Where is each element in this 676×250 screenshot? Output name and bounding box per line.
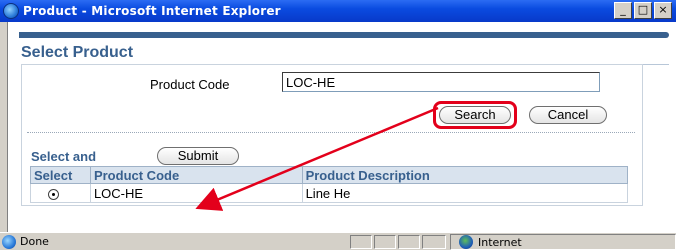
search-button[interactable]: Search [439, 106, 511, 124]
results-table: Select Product Code Product Description … [30, 166, 629, 203]
title-bar: Product - Microsoft Internet Explorer _ … [0, 0, 676, 22]
ie-logo-icon [3, 3, 19, 19]
select-radio[interactable] [48, 188, 59, 200]
zone-label: Internet [478, 235, 522, 249]
page-title: Select Product [21, 44, 134, 61]
section-divider [27, 132, 635, 133]
product-code-cell: LOC-HE [89, 183, 303, 203]
close-button[interactable]: × [654, 2, 672, 19]
table-header-row: Select Product Code Product Description [30, 166, 629, 184]
status-pane [350, 235, 372, 249]
security-zone: Internet [450, 234, 676, 250]
status-pane [398, 235, 420, 249]
status-bar: Done Internet [0, 232, 676, 250]
submit-button[interactable]: Submit [157, 147, 239, 165]
page-done-icon [2, 234, 16, 249]
product-code-label: Product Code [150, 77, 230, 92]
globe-icon [459, 235, 473, 249]
window-title: Product - Microsoft Internet Explorer [23, 4, 281, 18]
column-header-select: Select [30, 166, 91, 184]
page-content: Select Product Product Code Search Cance… [9, 22, 676, 232]
product-code-input[interactable] [282, 72, 600, 92]
column-header-product-code: Product Code [89, 166, 303, 184]
select-and-label: Select and [31, 149, 97, 164]
product-description-cell: Line He [301, 183, 629, 203]
window-frame [0, 22, 8, 232]
status-text: Done [20, 235, 49, 248]
table-row[interactable]: LOC-HE Line He [30, 183, 629, 203]
column-header-product-description: Product Description [301, 166, 629, 184]
header-bar [19, 32, 669, 38]
minimize-button[interactable]: _ [614, 2, 632, 19]
select-cell [30, 183, 91, 203]
cancel-button[interactable]: Cancel [529, 106, 607, 124]
status-pane [422, 235, 446, 249]
window-controls: _ □ × [614, 2, 672, 19]
status-pane [374, 235, 396, 249]
maximize-button[interactable]: □ [634, 2, 652, 19]
